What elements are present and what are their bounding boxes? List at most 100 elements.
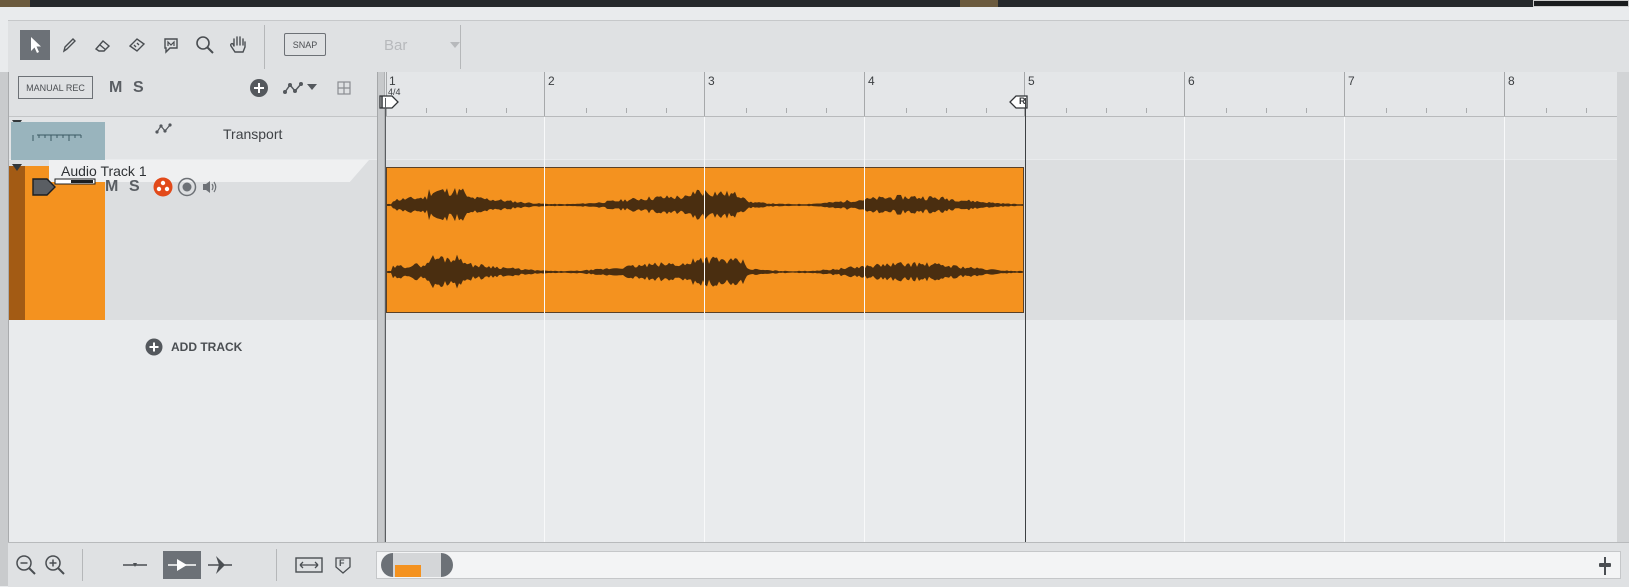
ruler-beat-tick [986,108,987,113]
track-height-medium-button[interactable] [163,551,201,579]
chevron-down-icon[interactable] [450,42,460,48]
toolbar-divider [264,25,265,69]
ruler-bar-line [704,72,705,116]
bar-number: 7 [1348,74,1355,88]
grid-line [864,117,865,542]
panel-splitter[interactable] [377,72,385,542]
knife-icon [128,38,146,52]
transport-track-header[interactable]: Transport [9,117,377,160]
marker-tool-button[interactable] [156,30,186,60]
track-solo-button[interactable]: S [129,178,140,196]
track-height-large-button[interactable] [205,551,235,579]
empty-lane-area[interactable] [385,320,1629,542]
edit-toolbar: SNAP Bar [8,20,1629,74]
snap-button[interactable]: SNAP [284,33,326,56]
toolbar-divider [276,549,277,581]
timeline-overview-scroller[interactable] [376,551,1621,579]
fit-width-icon [295,557,323,573]
grid-line [704,117,705,542]
overview-thumb[interactable] [381,553,453,577]
eraser-tool-button[interactable] [88,30,118,60]
overview-clip [395,565,421,577]
grid-line [1504,117,1505,542]
pencil-tool-button[interactable] [54,30,84,60]
ruler-beat-tick [826,108,827,113]
audio-clip[interactable] [386,167,1024,313]
ruler-beat-tick [466,108,467,113]
ruler-beat-tick [1426,108,1427,113]
empty-track-area: ADD TRACK [9,320,377,542]
eraser-icon [94,40,111,52]
track-height-small-icon [123,563,147,567]
track-height-small-button[interactable] [120,551,150,579]
ruler-beat-tick [666,108,667,113]
speaker-icon[interactable] [201,179,219,195]
ruler-beat-tick [626,108,627,113]
ruler-beat-tick [1306,108,1307,113]
monitor-icon[interactable] [177,177,197,197]
add-circle-icon [145,338,163,356]
bar-number: 1 [389,74,396,88]
chevron-down-icon[interactable] [307,84,317,92]
play-cursor[interactable] [385,98,386,542]
left-edge [0,72,9,586]
zoom-in-button[interactable] [40,551,70,579]
hand-icon [230,36,246,53]
zoom-tool-button[interactable] [190,30,220,60]
follow-button[interactable]: F [328,551,358,579]
add-track-button[interactable]: ADD TRACK [145,338,242,356]
overview-handle[interactable] [1599,563,1611,567]
select-tool-button[interactable] [20,30,50,60]
ruler-beat-tick [1066,108,1067,113]
bar-number: 3 [708,74,715,88]
zoom-out-button[interactable] [11,551,41,579]
automation-icon[interactable] [283,80,303,96]
ruler-bar-line [544,72,545,116]
add-circle-icon[interactable] [249,78,269,98]
ruler-beat-tick [1386,108,1387,113]
global-solo-button[interactable]: S [133,79,144,97]
top-strip [0,0,1629,7]
bar-number: 5 [1028,74,1035,88]
track-height-large-icon [208,556,232,574]
snap-value-select[interactable]: Bar [384,37,407,54]
audio-track-lane[interactable] [385,160,1629,320]
fit-width-button[interactable] [294,551,324,579]
grid-line [544,117,545,542]
ruler-beat-tick [1546,108,1547,113]
hand-tool-button[interactable] [224,30,254,60]
global-mute-button[interactable]: M [109,79,122,97]
audio-track-header[interactable]: Audio Track 1 M S [9,160,377,320]
top-strip-box [1533,0,1629,7]
marker-icon [164,38,178,54]
grid-line [1184,117,1185,542]
vertical-scrollbar[interactable] [1617,72,1629,542]
grid-view-icon[interactable] [337,81,351,95]
ruler-beat-tick [1226,108,1227,113]
ruler-beat-tick [746,108,747,113]
track-mute-button[interactable]: M [105,178,118,196]
add-track-label: ADD TRACK [171,340,243,354]
ruler-beat-tick [426,108,427,113]
collapse-triangle-icon[interactable] [12,164,22,172]
top-strip-clip [960,0,998,7]
timeline-ruler[interactable]: 1 4/4 2 3 4 5 6 7 8 R [379,72,1629,117]
toolbar-divider [460,25,461,69]
ruler-beat-tick [586,108,587,113]
bar-number: 6 [1188,74,1195,88]
transport-track-thumb [11,122,105,160]
ruler-beat-tick [1146,108,1147,113]
manual-rec-button[interactable]: MANUAL REC [18,76,93,99]
ruler-beat-tick [786,108,787,113]
transport-track-lane[interactable] [385,117,1629,159]
ruler-icon [32,134,82,141]
record-arm-icon[interactable] [153,177,173,197]
ruler-beat-tick [1106,108,1107,113]
audio-input-icon[interactable] [31,177,99,199]
ruler-bar-line [1344,72,1345,116]
automation-icon[interactable] [155,122,173,136]
split-tool-button[interactable] [122,30,152,60]
top-strip-clip [0,0,30,7]
ruler-beat-tick [1466,108,1467,113]
loop-start-marker-icon[interactable] [378,94,404,110]
